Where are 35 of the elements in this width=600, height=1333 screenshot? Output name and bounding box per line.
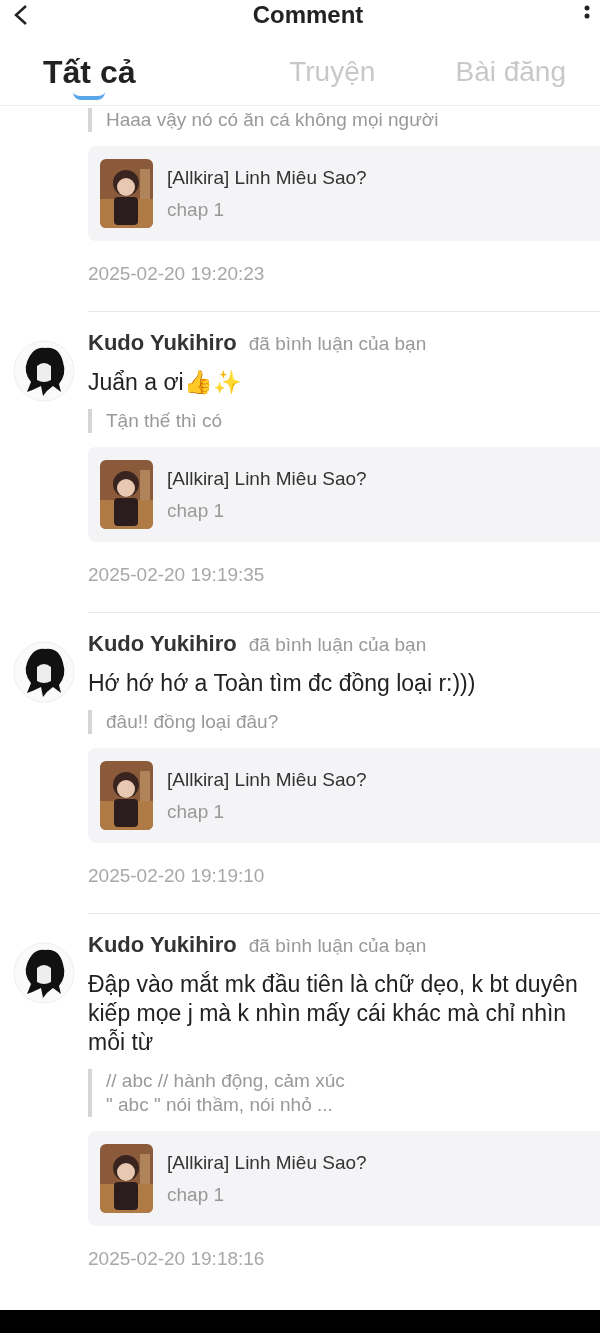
- quoted-comment: đâu!! đồng loại đâu?: [88, 710, 600, 734]
- window-title: Comment: [252, 1, 364, 29]
- chapter-label: chap 1: [167, 1183, 226, 1206]
- story-title: [Allkira] Linh Miêu Sao?: [167, 166, 367, 189]
- comment-text: Juẩn a ơi👍✨: [88, 368, 243, 397]
- story-card[interactable]: [Allkira] Linh Miêu Sao? chap 1: [88, 1131, 600, 1226]
- chapter-label: chap 1: [167, 198, 226, 221]
- story-title: [Allkira] Linh Miêu Sao?: [167, 1151, 367, 1174]
- story-title: [Allkira] Linh Miêu Sao?: [167, 768, 367, 791]
- story-card[interactable]: [Allkira] Linh Miêu Sao? chap 1: [88, 447, 600, 542]
- avatar-icon: [13, 641, 75, 703]
- tab[interactable]: Tất cả: [43, 50, 136, 94]
- timestamp: 2025-02-20 19:19:35: [88, 564, 266, 586]
- avatar-icon: [13, 942, 75, 1004]
- tab-indicator: [73, 92, 105, 100]
- action-text: đã bình luận của bạn: [248, 935, 427, 957]
- chapter-label: chap 1: [167, 499, 226, 522]
- timestamp: 2025-02-20 19:19:10: [88, 865, 266, 887]
- action-text: đã bình luận của bạn: [248, 634, 427, 656]
- story-card[interactable]: [Allkira] Linh Miêu Sao? chap 1: [88, 748, 600, 843]
- action-text: đã bình luận của bạn: [248, 333, 427, 355]
- avatar-icon: [13, 340, 75, 402]
- quoted-comment: Tận thế thì có: [88, 409, 600, 433]
- quoted-comment: // abc // hành động, cảm xúc " abc " nói thầm, nói nhỏ ...: [88, 1069, 600, 1117]
- chapter-label: chap 1: [167, 800, 226, 823]
- timestamp: 2025-02-20 19:18:16: [88, 1248, 266, 1270]
- comment-text: Hớ hớ hớ a Toàn tìm đc đồng loại r:))): [88, 669, 477, 698]
- quoted-comment: Haaa vậy nó có ăn cá không mọi người: [88, 108, 600, 132]
- user-name[interactable]: Kudo Yukihiro: [88, 631, 237, 657]
- story-title: [Allkira] Linh Miêu Sao?: [167, 467, 367, 490]
- story-card[interactable]: [Allkira] Linh Miêu Sao? chap 1: [88, 146, 600, 241]
- timestamp: 2025-02-20 19:20:23: [88, 263, 266, 285]
- comment-text: Đập vào mắt mk đầu tiên là chữ dẹo, k bt duyên kiếp mọe j mà k nhìn mấy cái khác mà chỉ nhìn mỗi từ: [88, 970, 579, 1057]
- user-name[interactable]: Kudo Yukihiro: [88, 330, 237, 356]
- user-name[interactable]: Kudo Yukihiro: [88, 932, 237, 958]
